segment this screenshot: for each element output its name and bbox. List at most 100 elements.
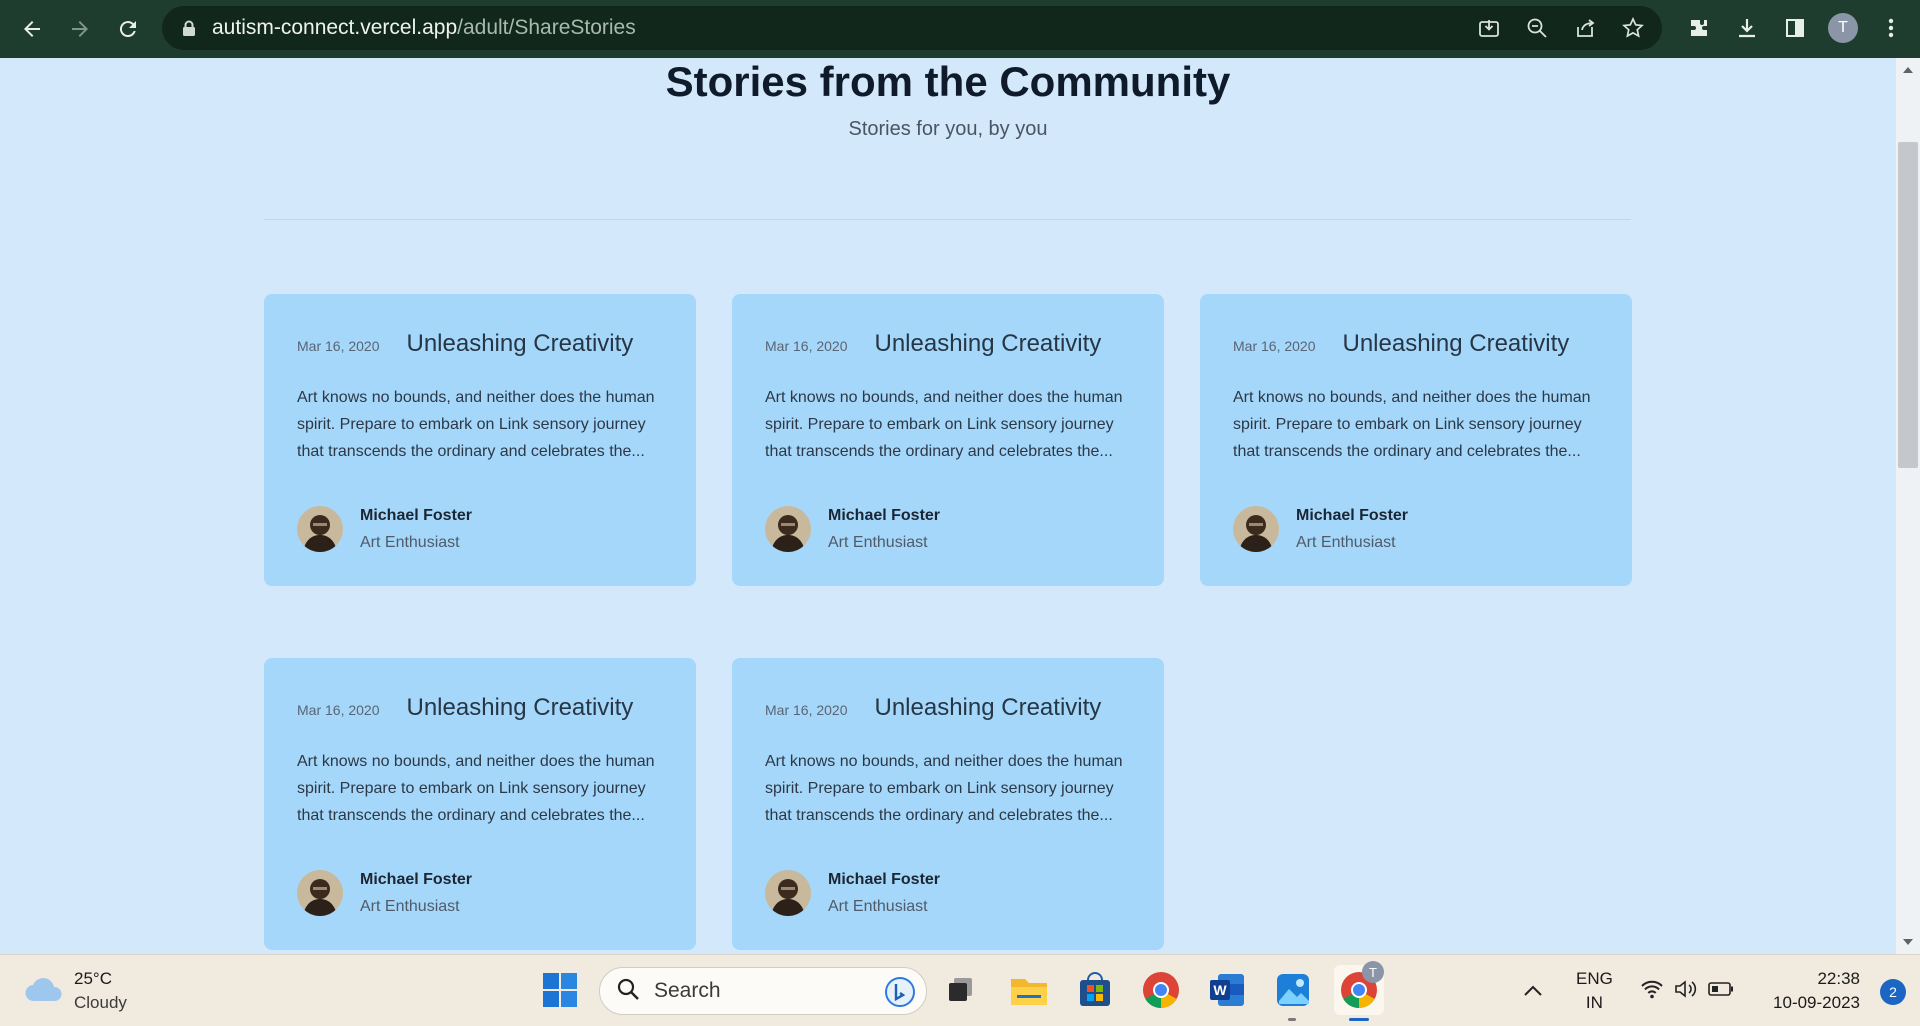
scroll-down-icon[interactable] [1896, 934, 1920, 950]
volume-icon[interactable] [1674, 979, 1698, 1004]
photos-icon[interactable] [1268, 965, 1318, 1021]
story-date: Mar 16, 2020 [765, 338, 848, 354]
bing-icon[interactable] [884, 976, 916, 1013]
search-icon [616, 977, 640, 1006]
download-icon[interactable] [1728, 9, 1766, 47]
story-card-header: Mar 16, 2020 Unleashing Creativity [1233, 330, 1569, 358]
page-scrollbar[interactable] [1896, 58, 1920, 954]
story-author: Michael Foster Art Enthusiast [765, 866, 940, 920]
story-excerpt: Art knows no bounds, and neither does th… [765, 389, 1123, 460]
story-card[interactable]: Mar 16, 2020 Unleashing Creativity Art k… [264, 294, 696, 586]
clock-date: 10-09-2023 [1773, 993, 1860, 1012]
start-icon[interactable] [535, 965, 585, 1015]
story-date: Mar 16, 2020 [765, 702, 848, 718]
file-explorer-icon[interactable] [1004, 965, 1054, 1015]
author-avatar [297, 870, 343, 916]
story-author: Michael Foster Art Enthusiast [1233, 502, 1408, 556]
forward-icon[interactable] [56, 5, 104, 53]
author-avatar [1233, 506, 1279, 552]
notification-badge[interactable]: 2 [1880, 979, 1906, 1005]
author-avatar [765, 870, 811, 916]
story-card-header: Mar 16, 2020 Unleashing Creativity [765, 694, 1101, 722]
story-title[interactable]: Unleashing Creativity [875, 694, 1102, 722]
wifi-icon[interactable] [1640, 979, 1664, 1004]
zoom-icon[interactable] [1518, 9, 1556, 47]
story-author: Michael Foster Art Enthusiast [297, 502, 472, 556]
author-name: Michael Foster [828, 871, 941, 888]
weather-temp: 25°C [74, 969, 112, 988]
svg-text:W: W [1213, 982, 1227, 998]
author-name: Michael Foster [360, 871, 473, 888]
story-card-header: Mar 16, 2020 Unleashing Creativity [297, 694, 633, 722]
page-title: Stories from the Community [665, 58, 1231, 105]
microsoft-store-icon[interactable] [1070, 965, 1120, 1015]
taskbar-search[interactable]: Search [599, 967, 927, 1015]
url-text[interactable]: autism-connect.vercel.app/adult/ShareSto… [212, 16, 636, 40]
story-card[interactable]: Mar 16, 2020 Unleashing Creativity Art k… [732, 294, 1164, 586]
install-icon[interactable] [1470, 9, 1508, 47]
story-date: Mar 16, 2020 [297, 702, 380, 718]
story-title[interactable]: Unleashing Creativity [407, 694, 634, 722]
author-name: Michael Foster [1296, 507, 1409, 524]
menu-icon[interactable] [1872, 9, 1910, 47]
extensions-icon[interactable] [1680, 9, 1718, 47]
chrome-profile-icon[interactable]: T [1334, 961, 1384, 1021]
language-code: ENG [1576, 969, 1613, 988]
page-subtitle: Stories for you, by you [848, 118, 1048, 140]
active-indicator [1349, 1018, 1369, 1021]
story-card[interactable]: Mar 16, 2020 Unleashing Creativity Art k… [264, 658, 696, 950]
author-role: Art Enthusiast [828, 898, 928, 915]
cloud-icon [24, 975, 64, 1008]
author-name: Michael Foster [360, 507, 473, 524]
browser-toolbar: autism-connect.vercel.app/adult/ShareSto… [0, 0, 1920, 58]
author-role: Art Enthusiast [360, 534, 460, 551]
author-role: Art Enthusiast [360, 898, 460, 915]
story-card-header: Mar 16, 2020 Unleashing Creativity [765, 330, 1101, 358]
story-card[interactable]: Mar 16, 2020 Unleashing Creativity Art k… [1200, 294, 1632, 586]
author-name: Michael Foster [828, 507, 941, 524]
tray-overflow-icon[interactable] [1524, 955, 1542, 1026]
story-date: Mar 16, 2020 [1233, 338, 1316, 354]
story-title[interactable]: Unleashing Creativity [1343, 330, 1570, 358]
lock-icon[interactable] [182, 20, 198, 36]
word-icon[interactable]: W [1202, 965, 1252, 1015]
story-card[interactable]: Mar 16, 2020 Unleashing Creativity Art k… [732, 658, 1164, 950]
star-icon[interactable] [1614, 9, 1652, 47]
system-clock[interactable]: 22:38 10-09-2023 [1773, 967, 1860, 1015]
address-bar[interactable]: autism-connect.vercel.app/adult/ShareSto… [162, 6, 1662, 50]
story-title[interactable]: Unleashing Creativity [407, 330, 634, 358]
story-date: Mar 16, 2020 [297, 338, 380, 354]
region-code: IN [1585, 993, 1603, 1012]
language-indicator[interactable]: ENG IN [1576, 955, 1613, 1026]
share-icon[interactable] [1566, 9, 1604, 47]
story-excerpt: Art knows no bounds, and neither does th… [1233, 389, 1591, 460]
profile-avatar[interactable]: T [1824, 9, 1862, 47]
reload-icon[interactable] [104, 5, 152, 53]
system-tray[interactable] [1640, 955, 1734, 1026]
section-divider [264, 219, 1631, 220]
omnibox-actions [1470, 6, 1652, 50]
profile-initial: T [1828, 13, 1858, 43]
story-excerpt: Art knows no bounds, and neither does th… [297, 389, 655, 460]
chrome-profile-badge: T [1362, 961, 1384, 983]
author-role: Art Enthusiast [828, 534, 928, 551]
battery-icon[interactable] [1708, 981, 1734, 1002]
weather-condition: Cloudy [74, 993, 127, 1012]
author-avatar [765, 506, 811, 552]
scroll-up-icon[interactable] [1896, 62, 1920, 78]
story-author: Michael Foster Art Enthusiast [297, 866, 472, 920]
weather-widget[interactable]: 25°C Cloudy [24, 967, 127, 1015]
chrome-icon[interactable] [1136, 965, 1186, 1015]
story-author: Michael Foster Art Enthusiast [765, 502, 940, 556]
story-excerpt: Art knows no bounds, and neither does th… [297, 753, 655, 824]
task-view-icon[interactable] [936, 965, 986, 1015]
story-title[interactable]: Unleashing Creativity [875, 330, 1102, 358]
story-card-header: Mar 16, 2020 Unleashing Creativity [297, 330, 633, 358]
story-excerpt: Art knows no bounds, and neither does th… [765, 753, 1123, 824]
author-avatar [297, 506, 343, 552]
sidepanel-icon[interactable] [1776, 9, 1814, 47]
toolbar-actions: T [1680, 9, 1910, 47]
scroll-thumb[interactable] [1898, 142, 1918, 468]
windows-taskbar: 25°C Cloudy Search W T ENG IN 22:38 10-0… [0, 954, 1920, 1026]
back-icon[interactable] [8, 5, 56, 53]
